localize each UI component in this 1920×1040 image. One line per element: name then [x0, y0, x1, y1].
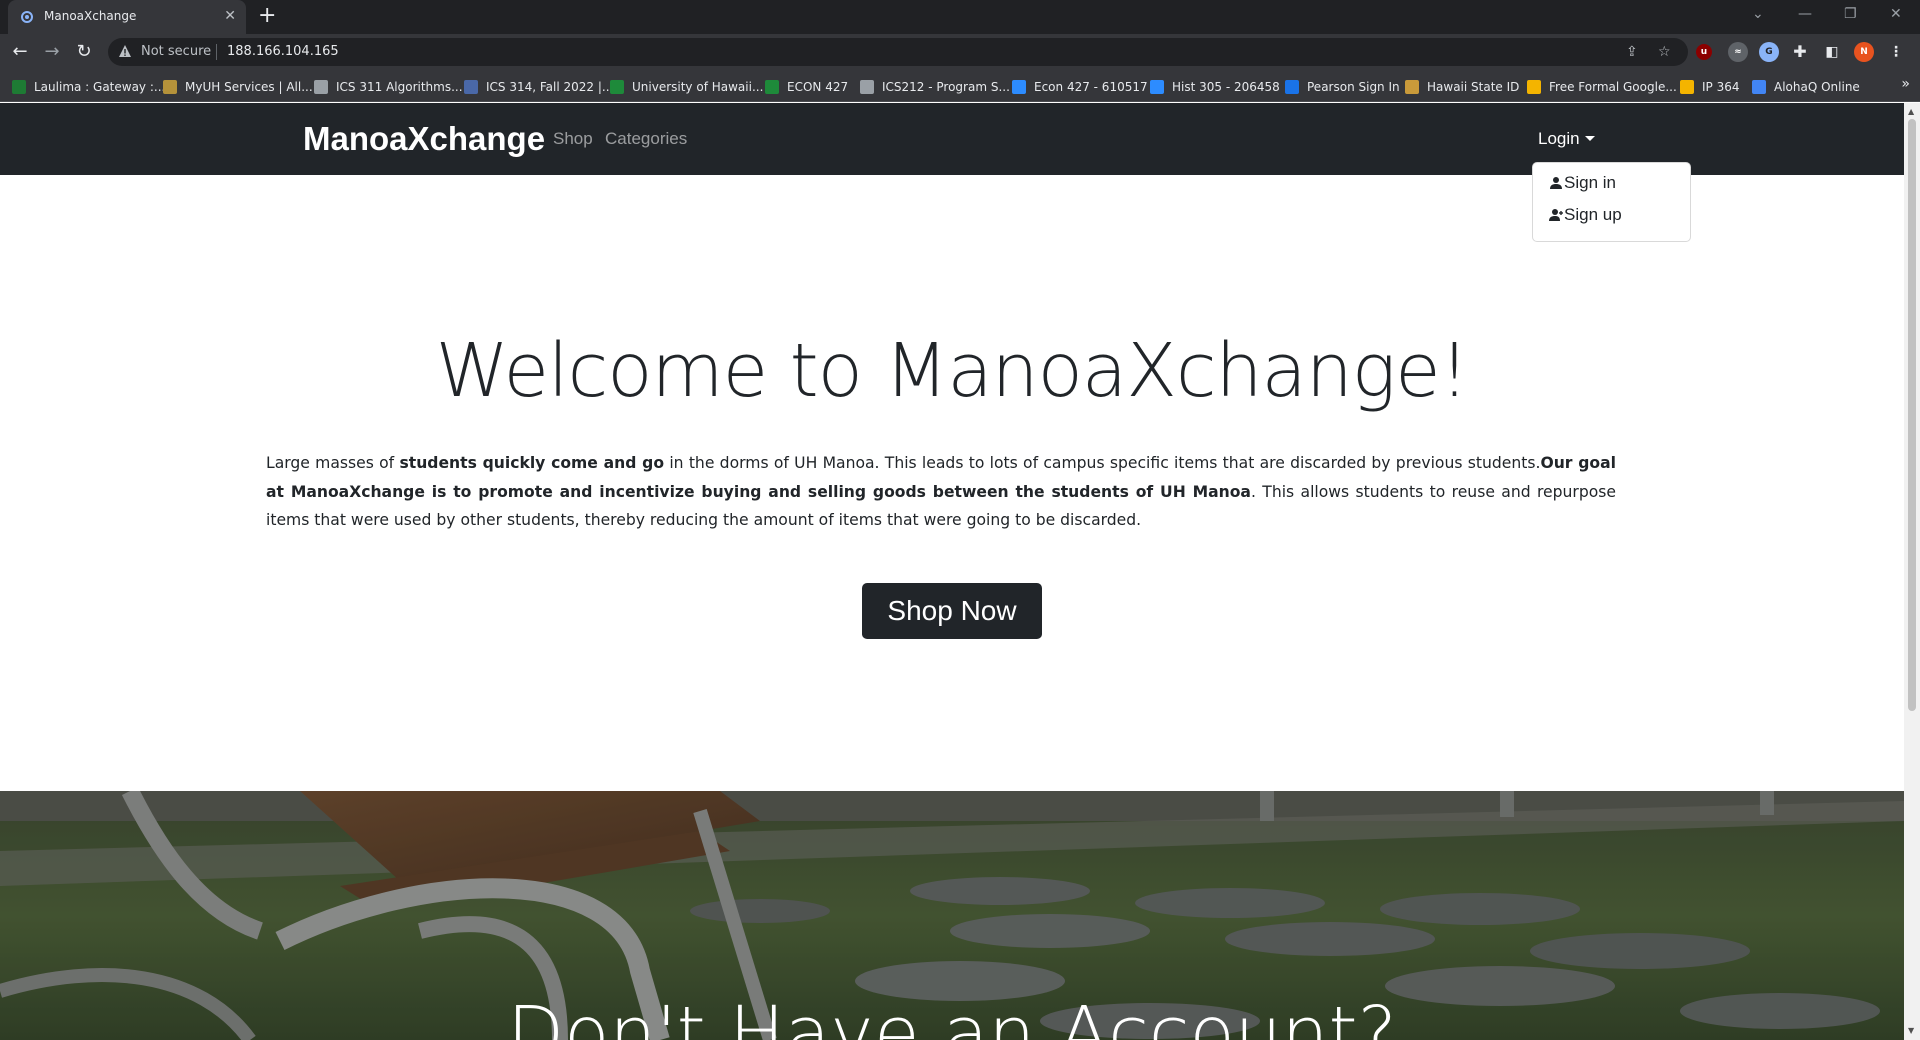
bookmark-favicon-icon: [163, 80, 177, 94]
bookmark-item[interactable]: ICS 311 Algorithms...: [314, 78, 463, 96]
puzzle-extensions-icon[interactable]: ✚: [1790, 42, 1810, 62]
bookmark-favicon-icon: [610, 80, 624, 94]
bookmark-favicon-icon: [765, 80, 779, 94]
login-label: Login: [1538, 129, 1580, 148]
bookmark-label: Hawaii State ID: [1427, 80, 1520, 94]
extension-icon[interactable]: ≈: [1728, 42, 1748, 62]
page-scrollbar[interactable]: ▲ ▼: [1904, 103, 1920, 1040]
bookmark-item[interactable]: Free Formal Google...: [1527, 78, 1677, 96]
browser-tab-strip: ManoaXchange ✕ + ⌄ — ❐ ✕: [0, 0, 1920, 34]
bookmark-item[interactable]: Econ 427 - 610517: [1012, 78, 1148, 96]
bookmark-label: Free Formal Google...: [1549, 80, 1677, 94]
translate-extension-icon[interactable]: G: [1759, 42, 1779, 62]
intro-text-2: in the dorms of UH Manoa. This leads to …: [664, 454, 1541, 472]
bookmark-item[interactable]: Hawaii State ID: [1405, 78, 1519, 96]
share-icon[interactable]: ⇪: [1626, 44, 1638, 60]
nav-link-shop[interactable]: Shop: [553, 129, 593, 149]
restore-icon[interactable]: ❐: [1844, 6, 1857, 22]
profile-avatar[interactable]: N: [1854, 42, 1874, 62]
login-dropdown-menu: Sign in Sign up: [1532, 162, 1691, 242]
intro-bold-1: students quickly come and go: [399, 454, 665, 472]
sign-up-label: Sign up: [1564, 205, 1622, 224]
bookmark-item[interactable]: AlohaQ Online: [1752, 78, 1860, 96]
bookmark-item[interactable]: MyUH Services | All...: [163, 78, 313, 96]
bookmark-favicon-icon: [860, 80, 874, 94]
bookmark-favicon-icon: [1527, 80, 1541, 94]
bookmark-label: ECON 427: [787, 80, 849, 94]
more-bookmarks-icon[interactable]: »: [1901, 76, 1910, 92]
caret-down-icon: [1584, 136, 1595, 141]
nav-link-categories[interactable]: Categories: [605, 129, 687, 149]
person-icon: [1550, 177, 1562, 189]
bookmark-label: Pearson Sign In: [1307, 80, 1400, 94]
ublock-extension-icon[interactable]: u: [1696, 44, 1712, 60]
bookmark-item[interactable]: Hist 305 - 206458: [1150, 78, 1280, 96]
bookmark-favicon-icon: [1012, 80, 1026, 94]
shop-now-button[interactable]: Shop Now: [862, 583, 1042, 639]
tab-close-icon[interactable]: ✕: [224, 8, 236, 24]
bookmark-favicon-icon: [1405, 80, 1419, 94]
not-secure-label: Not secure: [141, 44, 212, 59]
warning-icon: [119, 45, 131, 57]
browser-tab-active[interactable]: ManoaXchange ✕: [8, 0, 246, 34]
bookmark-item[interactable]: Laulima : Gateway :...: [12, 78, 165, 96]
signup-section-title: Don't Have an Account?: [507, 991, 1397, 1040]
minimize-icon[interactable]: —: [1798, 6, 1812, 22]
scroll-thumb[interactable]: [1908, 119, 1916, 711]
sign-in-label: Sign in: [1564, 173, 1616, 192]
new-tab-icon[interactable]: +: [258, 4, 276, 28]
bookmark-item[interactable]: IP 364: [1680, 78, 1740, 96]
tab-search-icon[interactable]: ⌄: [1752, 6, 1764, 22]
bookmark-item[interactable]: ECON 427: [765, 78, 848, 96]
dropdown-item-sign-up[interactable]: Sign up: [1549, 205, 1622, 225]
brand-logo[interactable]: ManoaXchange: [303, 120, 545, 158]
intro-text-1: Large masses of: [266, 454, 400, 472]
bookmark-label: Econ 427 - 610517: [1034, 80, 1148, 94]
browser-toolbar: ← → ↻ Not secure 188.166.104.165 ⇪ ☆ u ≈…: [0, 34, 1920, 70]
page-viewport: ManoaXchange Shop Categories Login Sign …: [0, 103, 1904, 1040]
bookmarks-bar: » Laulima : Gateway :... MyUH Services | …: [0, 70, 1920, 102]
intro-paragraph: Large masses of students quickly come an…: [266, 449, 1616, 535]
bookmark-item[interactable]: University of Hawaii...: [610, 78, 763, 96]
bookmark-label: ICS 314, Fall 2022 |...: [486, 80, 614, 94]
bookmark-label: Hist 305 - 206458: [1172, 80, 1280, 94]
menu-kebab-icon[interactable]: ⋮: [1886, 42, 1906, 62]
bookmark-label: University of Hawaii...: [632, 80, 764, 94]
bookmark-item[interactable]: ICS212 - Program S...: [860, 78, 1010, 96]
omnibox-divider: [216, 44, 217, 60]
bookmark-label: AlohaQ Online: [1774, 80, 1860, 94]
address-bar[interactable]: Not secure 188.166.104.165 ⇪ ☆: [108, 38, 1688, 66]
bookmark-favicon-icon: [1285, 80, 1299, 94]
bookmark-favicon-icon: [464, 80, 478, 94]
bookmark-label: ICS 311 Algorithms...: [336, 80, 463, 94]
back-icon[interactable]: ←: [10, 42, 30, 62]
url-text[interactable]: 188.166.104.165: [227, 44, 339, 59]
page-title: Welcome to ManoaXchange!: [435, 328, 1470, 414]
dropdown-item-sign-in[interactable]: Sign in: [1549, 173, 1616, 193]
side-panel-icon[interactable]: ◧: [1822, 42, 1842, 62]
reload-icon[interactable]: ↻: [74, 42, 94, 62]
scroll-down-icon[interactable]: ▼: [1908, 1026, 1914, 1035]
bookmark-label: ICS212 - Program S...: [882, 80, 1010, 94]
site-favicon-icon: [21, 11, 33, 23]
bookmark-favicon-icon: [1680, 80, 1694, 94]
bookmark-item[interactable]: Pearson Sign In: [1285, 78, 1400, 96]
scroll-up-icon[interactable]: ▲: [1908, 107, 1914, 116]
login-dropdown-toggle[interactable]: Login: [1538, 129, 1595, 149]
bookmark-label: IP 364: [1702, 80, 1740, 94]
bookmark-label: Laulima : Gateway :...: [34, 80, 166, 94]
bookmark-item[interactable]: ICS 314, Fall 2022 |...: [464, 78, 613, 96]
close-window-icon[interactable]: ✕: [1890, 6, 1902, 22]
bookmark-favicon-icon: [1150, 80, 1164, 94]
bookmark-favicon-icon: [314, 80, 328, 94]
campus-bench-photo: Don't Have an Account?: [0, 791, 1904, 1040]
person-add-icon: [1549, 209, 1563, 221]
bookmark-label: MyUH Services | All...: [185, 80, 313, 94]
bookmark-star-icon[interactable]: ☆: [1658, 44, 1671, 60]
bookmark-favicon-icon: [1752, 80, 1766, 94]
tab-title: ManoaXchange: [44, 9, 137, 23]
bookmark-favicon-icon: [12, 80, 26, 94]
forward-icon[interactable]: →: [42, 42, 62, 62]
